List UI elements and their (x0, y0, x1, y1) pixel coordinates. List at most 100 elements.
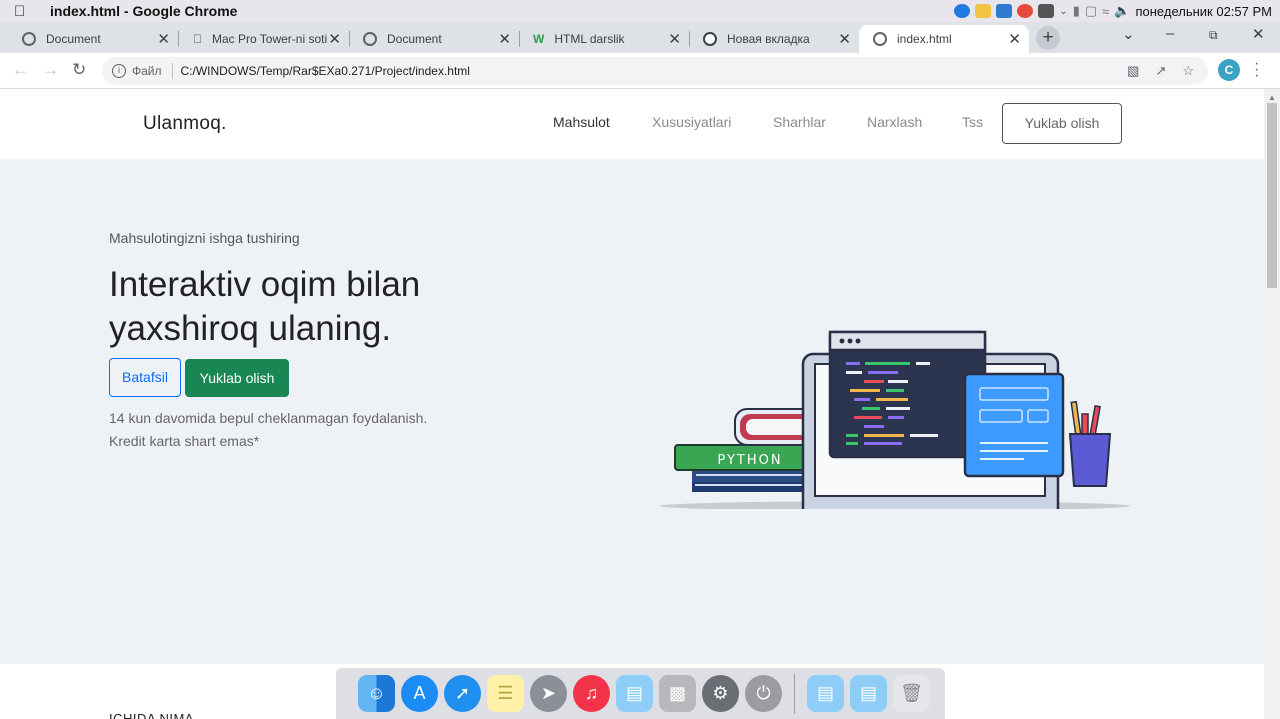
clock: понедельник 02:57 PM (1135, 3, 1272, 19)
omnibox-actions: ▧ ↗ ☆ (1127, 63, 1194, 79)
close-icon[interactable]: ✕ (668, 30, 681, 48)
close-window-button[interactable]: ✕ (1252, 25, 1265, 43)
tab-label: HTML darslik (554, 32, 625, 46)
tab-search-icon[interactable]: ⌄ (1122, 25, 1135, 43)
book-label: PYTHON (717, 453, 782, 468)
tab-document-2[interactable]: Document ✕ (349, 25, 520, 53)
dock: ☺ A ➚ ☰ ➤ ♫ ▤ ▩ ⚙ ⏻ ▤ ▤ 🗑 (336, 668, 945, 719)
nav-link-tss[interactable]: Tss (962, 114, 983, 130)
network-icon: ▢ (1084, 3, 1098, 18)
notes-icon[interactable]: ☰ (487, 675, 524, 712)
info-icon[interactable]: i (112, 64, 126, 78)
battery-icon: ▮ (1072, 3, 1080, 18)
tab-mac-pro[interactable]:  Mac Pro Tower-ni soti ✕ (179, 25, 350, 53)
section-title: ICHIDA NIMA (109, 711, 194, 719)
back-button[interactable]: ← (12, 60, 29, 80)
page-viewport: Ulanmoq. Mahsulot Xususiyatlari Sharhlar… (0, 89, 1264, 719)
site-logo[interactable]: Ulanmoq. (143, 113, 227, 135)
minimize-button[interactable]: – (1166, 25, 1174, 42)
globe-icon (363, 32, 377, 46)
downloads-folder-icon[interactable]: ▤ (807, 675, 844, 712)
folder-icon[interactable]: ▤ (616, 675, 653, 712)
apple-icon:  (193, 32, 202, 46)
folder-icon[interactable] (975, 4, 992, 18)
hero-kicker: Mahsulotingizni ishga tushiring (109, 230, 300, 246)
globe-icon (873, 32, 887, 46)
os-menubar:  index.html - Google Chrome ⌄ ▮ ▢ ≈ 🔈 п… (0, 0, 1280, 22)
tab-document-1[interactable]: Document ✕ (8, 25, 179, 53)
tab-index-html[interactable]: index.html ✕ (859, 25, 1029, 53)
bookmark-star-icon[interactable]: ☆ (1182, 63, 1194, 79)
finder-icon[interactable]: ☺ (358, 675, 395, 712)
note-line-2: Kredit karta shart emas* (109, 433, 260, 449)
browser-toolbar: ← → ↻ i Файл C:/WINDOWS/Temp/Rar$EXa0.27… (0, 53, 1280, 89)
close-icon[interactable]: ✕ (498, 30, 511, 48)
tab-label: Document (46, 32, 101, 46)
hero-headline: Interaktiv oqim bilan yaxshiroq ulaning. (109, 263, 529, 351)
dock-separator (794, 673, 795, 714)
share-icon[interactable]: ↗ (1155, 63, 1166, 79)
nav-link-xususiyatlari[interactable]: Xususiyatlari (652, 114, 731, 130)
edge-icon[interactable] (954, 4, 971, 18)
list-icon[interactable] (1038, 4, 1055, 18)
nav-link-mahsulot[interactable]: Mahsulot (553, 114, 610, 130)
status-tray: ⌄ ▮ ▢ ≈ 🔈 понедельник 02:57 PM (954, 3, 1280, 19)
hero-section: Mahsulotingizni ishga tushiring Interakt… (0, 159, 1264, 664)
site-navbar: Ulanmoq. Mahsulot Xususiyatlari Sharhlar… (0, 89, 1264, 159)
url-text[interactable]: C:/WINDOWS/Temp/Rar$EXa0.271/Project/ind… (181, 64, 470, 78)
forward-button[interactable]: → (42, 60, 59, 80)
scrollbar-thumb[interactable] (1267, 103, 1277, 288)
nav-download-button[interactable]: Yuklab olish (1002, 103, 1122, 144)
download-button[interactable]: Yuklab olish (185, 359, 289, 397)
music-icon[interactable]: ♫ (573, 675, 610, 712)
launchpad-icon[interactable]: ➤ (530, 675, 567, 712)
new-tab-button[interactable]: + (1036, 26, 1060, 50)
page-scrollbar[interactable]: ▲ (1264, 89, 1280, 719)
mac-pro-icon[interactable]: ▩ (659, 675, 696, 712)
address-divider (171, 63, 173, 79)
scheme-label: Файл (132, 64, 162, 78)
system-preferences-icon[interactable]: ⚙ (702, 675, 739, 712)
volume-icon: 🔈 (1114, 3, 1131, 18)
more-menu-icon[interactable]: · · · (1254, 56, 1259, 84)
chrome-icon (703, 32, 717, 46)
close-icon[interactable]: ✕ (328, 30, 341, 48)
scroll-up-icon[interactable]: ▲ (1268, 93, 1276, 102)
pencil-cup (1068, 400, 1112, 487)
globe-icon (22, 32, 36, 46)
code-window (828, 330, 987, 459)
safari-icon[interactable]: ➚ (444, 675, 481, 712)
tab-label: Mac Pro Tower-ni soti (203, 32, 327, 46)
translate-icon[interactable]: ▧ (1127, 63, 1139, 79)
documents-folder-icon[interactable]: ▤ (850, 675, 887, 712)
hero-note: 14 kun davomida bepul cheklanmagan foyda… (109, 407, 427, 453)
close-icon[interactable]: ✕ (838, 30, 851, 48)
note-line-1: 14 kun davomida bepul cheklanmagan foyda… (109, 410, 428, 426)
trash-icon[interactable]: 🗑 (893, 675, 930, 712)
tab-html-darslik[interactable]: W HTML darslik ✕ (519, 25, 690, 53)
tab-new-tab[interactable]: Новая вкладка ✕ (689, 25, 859, 53)
learn-more-button[interactable]: Batafsil (109, 358, 181, 397)
headline-line-1: Interaktiv oqim bilan (109, 265, 421, 304)
nav-link-narxlash[interactable]: Narxlash (867, 114, 922, 130)
wifi-icon: ≈ (1102, 3, 1110, 19)
nav-link-sharhlar[interactable]: Sharhlar (773, 114, 826, 130)
profile-avatar[interactable]: C (1218, 59, 1240, 81)
close-icon[interactable]: ✕ (1008, 30, 1021, 48)
restore-button[interactable]: ⧉ (1209, 28, 1218, 43)
app-store-icon[interactable]: A (401, 675, 438, 712)
hero-illustration: PYTHON (660, 330, 1130, 509)
apple-menu-icon[interactable]:  (14, 3, 36, 20)
address-bar[interactable]: i Файл C:/WINDOWS/Temp/Rar$EXa0.271/Proj… (102, 57, 1208, 85)
chevron-down-icon[interactable]: ⌄ (1059, 6, 1067, 17)
tab-label: Новая вкладка (727, 32, 810, 46)
vscode-icon[interactable] (996, 4, 1013, 18)
tab-label: Document (387, 32, 442, 46)
close-icon[interactable]: ✕ (157, 30, 170, 48)
shutdown-icon[interactable]: ⏻ (745, 675, 782, 712)
tab-label: index.html (897, 32, 952, 46)
blue-card (963, 372, 1065, 478)
reload-button[interactable]: ↻ (72, 60, 86, 80)
headline-line-2: yaxshiroq ulaning. (109, 309, 392, 348)
chrome-icon[interactable] (1017, 4, 1034, 18)
